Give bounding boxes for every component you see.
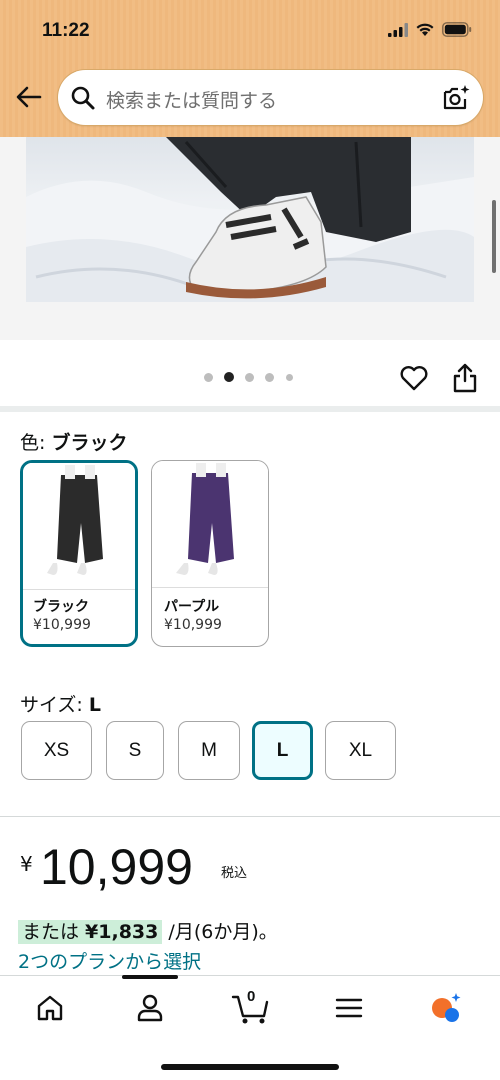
- color-label-prefix: 色:: [20, 432, 52, 454]
- price-tax-label: 税込: [221, 866, 248, 881]
- carousel-dot-active[interactable]: [224, 372, 234, 382]
- size-label-prefix: サイズ:: [20, 694, 89, 716]
- carousel-dot[interactable]: [204, 373, 213, 382]
- carousel-dot[interactable]: [286, 374, 293, 381]
- menu-icon[interactable]: [332, 991, 366, 1025]
- search-placeholder: 検索または質問する: [106, 90, 278, 112]
- product-image[interactable]: [26, 137, 474, 302]
- header: 11:22 検索または質問する: [0, 0, 500, 137]
- black-pants-thumbnail: [47, 465, 103, 575]
- color-option-black[interactable]: ブラック ¥10,999: [20, 460, 138, 647]
- purple-pants-thumbnail: [176, 463, 234, 575]
- installment-highlight: または ¥1,833: [18, 920, 163, 944]
- swatch-image: [23, 463, 135, 590]
- color-selected-value: ブラック: [51, 432, 128, 454]
- size-option-m[interactable]: M: [178, 721, 240, 780]
- installment-suffix: /月(6か月)。: [162, 921, 278, 943]
- home-icon[interactable]: [33, 991, 67, 1025]
- carousel-dot[interactable]: [265, 373, 274, 382]
- color-label: 色: ブラック: [20, 428, 127, 455]
- status-time: 11:22: [42, 20, 90, 41]
- battery-icon: [442, 22, 472, 37]
- carousel-dot[interactable]: [245, 373, 254, 382]
- status-bar: 11:22: [0, 0, 500, 62]
- divider: [0, 816, 500, 817]
- active-tab-indicator: [122, 975, 178, 979]
- scrollbar[interactable]: [492, 200, 496, 273]
- cart-button[interactable]: 0: [231, 988, 271, 1026]
- cart-count: 0: [247, 988, 256, 1005]
- price-currency: ¥: [20, 852, 33, 876]
- installment-prefix: または: [22, 921, 86, 943]
- rufus-assistant-icon[interactable]: [428, 991, 462, 1025]
- signal-icon: [388, 22, 408, 37]
- size-option-l[interactable]: L: [252, 721, 313, 780]
- installment-plan-link[interactable]: 2つのプランから選択: [18, 947, 201, 974]
- bottom-nav: 0: [0, 975, 500, 1080]
- size-label: サイズ: L: [20, 690, 101, 717]
- search-input[interactable]: 検索または質問する: [58, 70, 483, 125]
- account-icon[interactable]: [133, 991, 167, 1025]
- price-value: 10,999: [40, 839, 193, 895]
- back-arrow-icon[interactable]: [12, 80, 46, 114]
- size-option-xl[interactable]: XL: [325, 721, 396, 780]
- camera-search-icon[interactable]: [441, 83, 471, 113]
- size-selected-value: L: [88, 694, 101, 716]
- search-icon: [71, 86, 95, 110]
- search-row: 検索または質問する: [0, 68, 500, 126]
- heart-icon[interactable]: [399, 364, 429, 392]
- installment-info: または ¥1,833 /月(6か月)。: [18, 917, 278, 944]
- swatch-price: ¥10,999: [164, 617, 222, 633]
- color-option-purple[interactable]: パープル ¥10,999: [151, 460, 269, 647]
- product-photo: [26, 137, 474, 302]
- swatch-name: ブラック: [33, 599, 89, 615]
- status-icons: [388, 22, 472, 37]
- swatch-price: ¥10,999: [33, 617, 91, 633]
- swatch-image: [152, 461, 268, 588]
- section-divider: [0, 406, 500, 412]
- carousel-controls: [0, 340, 500, 406]
- installment-amount: ¥1,833: [85, 921, 159, 943]
- size-option-xs[interactable]: XS: [21, 721, 92, 780]
- swatch-name: パープル: [164, 599, 220, 615]
- product-image-area: [0, 137, 500, 340]
- wifi-icon: [416, 23, 434, 36]
- size-option-s[interactable]: S: [106, 721, 164, 780]
- share-icon[interactable]: [452, 362, 478, 394]
- home-indicator: [161, 1064, 339, 1070]
